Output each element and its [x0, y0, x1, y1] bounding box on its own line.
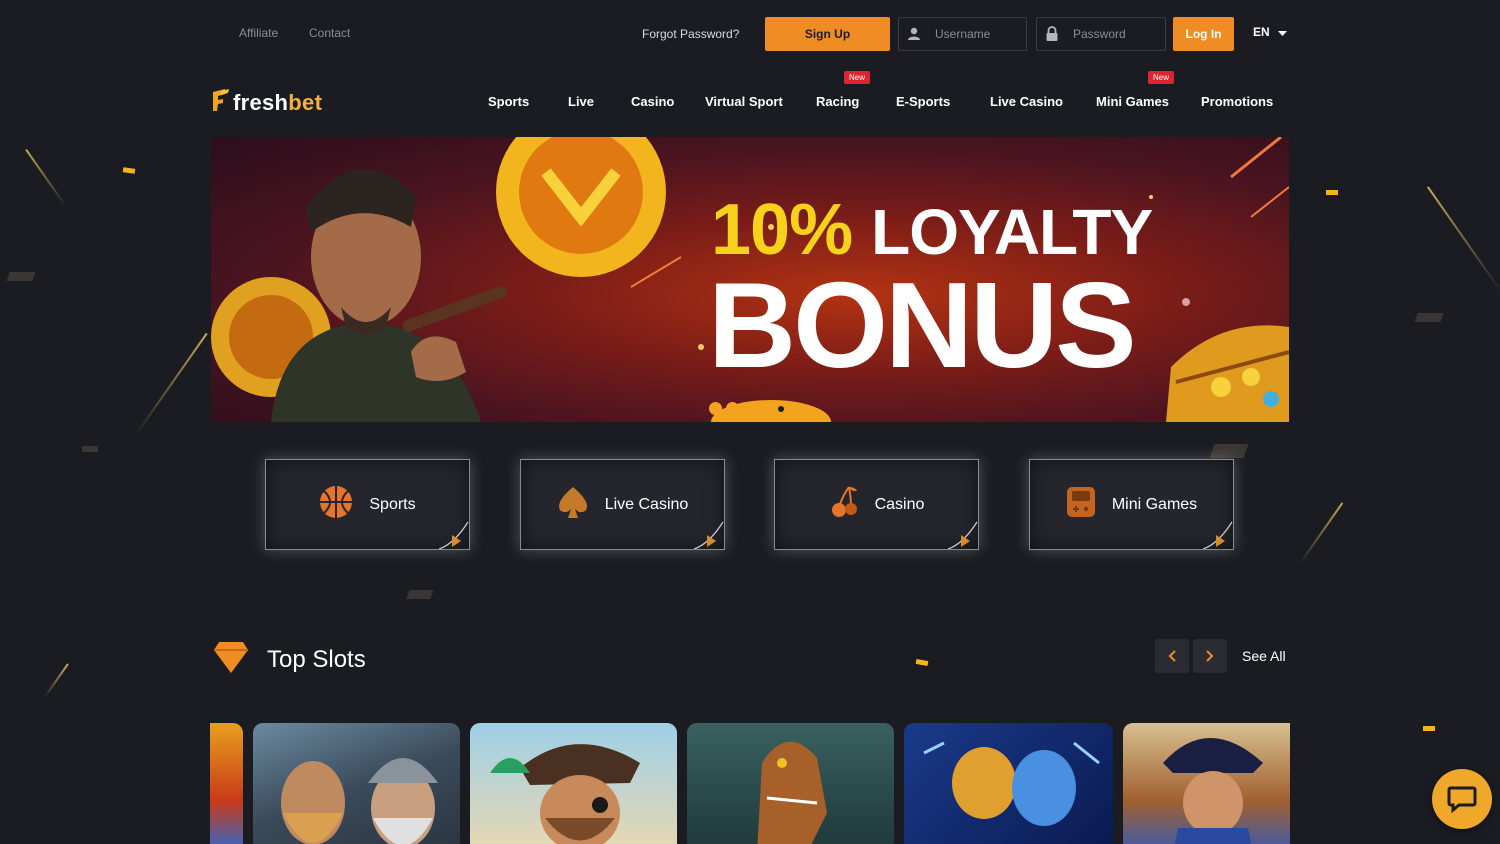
see-all-link[interactable]: See All: [1242, 648, 1286, 664]
chat-bubble-icon: [1447, 786, 1477, 813]
banner-dot[interactable]: [743, 402, 756, 415]
banner-line2: BONUS: [708, 257, 1137, 393]
spade-icon: [557, 485, 589, 524]
slot-artwork: [490, 744, 640, 844]
nav-item-live-casino[interactable]: Live Casino: [990, 94, 1063, 109]
diamond-icon: [213, 640, 249, 679]
slots-prev-button[interactable]: [1155, 639, 1189, 673]
language-selector[interactable]: EN: [1253, 25, 1287, 39]
confetti-decoration: [1326, 190, 1338, 195]
promo-banner[interactable]: 10% LOYALTY BONUS: [211, 137, 1289, 422]
slot-artwork: [757, 741, 827, 844]
affiliate-link[interactable]: Affiliate: [239, 26, 278, 40]
streak-decoration: [25, 148, 67, 208]
nav-item-e-sports[interactable]: E-Sports: [896, 94, 950, 109]
slot-artwork: [1163, 738, 1263, 844]
nav-item-sports[interactable]: Sports: [488, 94, 529, 109]
category-label: Live Casino: [604, 495, 689, 513]
sign-up-button[interactable]: Sign Up: [765, 17, 890, 51]
confetti-decoration: [1209, 444, 1249, 458]
top-bar: Affiliate Contact Forgot Password? Sign …: [0, 0, 1500, 66]
slot-game-card[interactable]: [1123, 723, 1290, 844]
log-in-button[interactable]: Log In: [1173, 17, 1234, 51]
nav-item-live[interactable]: Live: [568, 94, 594, 109]
forgot-password-link[interactable]: Forgot Password?: [642, 27, 739, 41]
username-input[interactable]: [935, 27, 1025, 41]
section-title: Top Slots: [267, 645, 366, 673]
category-tile-mini-games[interactable]: Mini Games: [1029, 459, 1234, 550]
category-tile-casino[interactable]: Casino: [774, 459, 979, 550]
banner-dot[interactable]: [760, 402, 773, 415]
slots-next-button[interactable]: [1193, 639, 1227, 673]
banner-pagination: [709, 402, 785, 415]
confetti-decoration: [1414, 313, 1444, 322]
chevron-left-icon: [1168, 650, 1176, 662]
new-badge-racing: New: [844, 71, 871, 84]
slot-game-card[interactable]: [253, 723, 460, 844]
corner-arrow-icon: [439, 521, 469, 549]
confetti-decoration: [122, 167, 136, 174]
corner-arrow-icon: [1203, 521, 1233, 549]
streak-decoration: [43, 663, 69, 699]
slot-game-card[interactable]: [470, 723, 677, 844]
category-label: Casino: [874, 495, 925, 513]
streak-decoration: [134, 332, 208, 437]
corner-arrow-icon: [948, 521, 978, 549]
slot-artwork: [281, 758, 438, 844]
user-icon: [899, 18, 929, 50]
live-chat-button[interactable]: [1432, 769, 1492, 829]
nav-item-mini-games[interactable]: Mini Games: [1096, 94, 1169, 109]
confetti-decoration: [915, 658, 929, 667]
logo-flag-icon: [211, 88, 231, 117]
basketball-icon: [319, 485, 353, 524]
game-console-icon: [1066, 486, 1096, 523]
slot-game-card[interactable]: [687, 723, 894, 844]
category-tile-sports[interactable]: Sports: [265, 459, 470, 550]
lock-icon: [1037, 18, 1067, 50]
streak-decoration: [1298, 502, 1344, 565]
banner-dot[interactable]: [709, 402, 722, 415]
category-tile-live-casino[interactable]: Live Casino: [520, 459, 725, 550]
language-label: EN: [1253, 25, 1270, 39]
category-label: Mini Games: [1111, 495, 1198, 513]
slot-game-card[interactable]: [904, 723, 1113, 844]
chevron-right-icon: [1206, 650, 1214, 662]
password-field[interactable]: [1036, 17, 1166, 51]
new-badge-mini-games: New: [1148, 71, 1175, 84]
corner-arrow-icon: [694, 521, 724, 549]
top-slots-header: Top Slots: [213, 640, 366, 679]
cherry-icon: [829, 485, 859, 524]
nav-item-virtual-sport[interactable]: Virtual Sport: [705, 94, 783, 109]
caret-down-icon: [1277, 25, 1287, 39]
confetti-decoration: [406, 590, 434, 599]
slot-game-card[interactable]: [210, 723, 243, 844]
freshbet-logo[interactable]: freshbet: [211, 88, 322, 117]
confetti-decoration: [1423, 726, 1435, 731]
logo-text-bet: bet: [288, 89, 323, 115]
nav-item-racing[interactable]: Racing: [816, 94, 859, 109]
password-input[interactable]: [1073, 27, 1163, 41]
contact-link[interactable]: Contact: [309, 26, 350, 40]
confetti-decoration: [6, 272, 36, 281]
nav-item-casino[interactable]: Casino: [631, 94, 674, 109]
banner-dot[interactable]: [726, 402, 739, 415]
username-field[interactable]: [898, 17, 1027, 51]
slot-artwork: [923, 741, 1100, 826]
banner-dot-active[interactable]: [777, 404, 785, 413]
category-label: Sports: [369, 495, 416, 513]
confetti-decoration: [82, 446, 98, 452]
nav-item-promotions[interactable]: Promotions: [1201, 94, 1273, 109]
streak-decoration: [1426, 186, 1500, 294]
logo-text-fresh: fresh: [233, 89, 289, 115]
